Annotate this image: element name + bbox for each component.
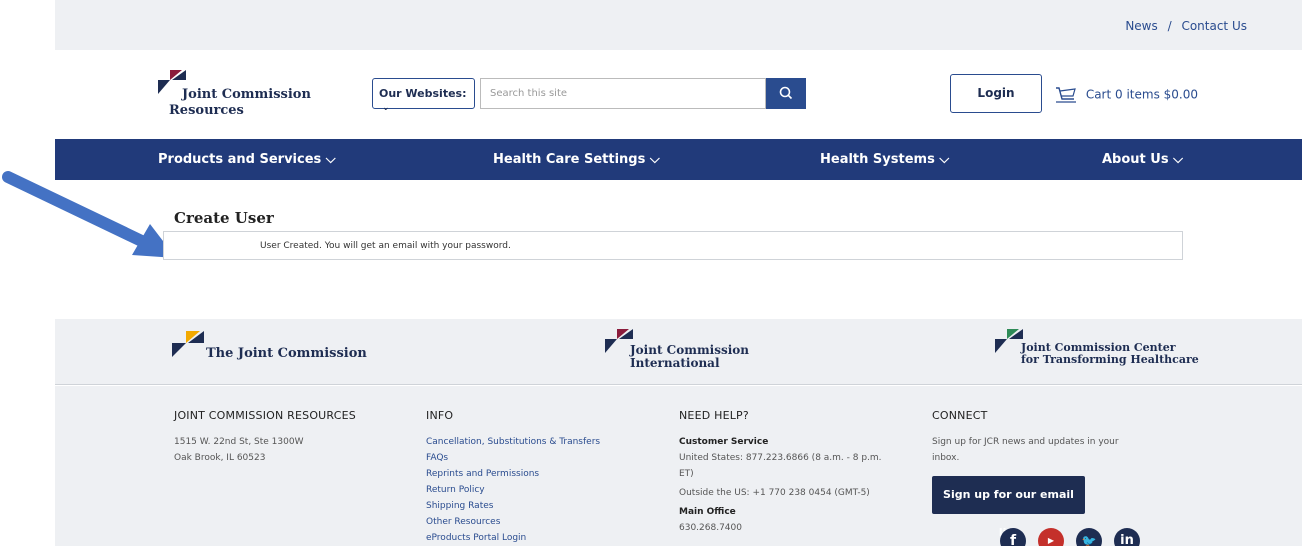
youtube-icon[interactable]: ▶	[1038, 528, 1064, 546]
footer-jcr-column: JOINT COMMISSION RESOURCES 1515 W. 22nd …	[174, 408, 356, 466]
nav-products-and-services[interactable]: Products and Services ⌵	[158, 152, 336, 167]
footer-help-heading: NEED HELP?	[679, 409, 749, 422]
nav-health-systems[interactable]: Health Systems ⌵	[820, 152, 949, 167]
jcc-logo-text: Joint Commission Center for Transforming …	[1021, 341, 1199, 366]
partner-logos-band: The Joint Commission Joint Commission Int…	[55, 319, 1302, 385]
utility-separator: /	[1167, 19, 1172, 33]
connect-text-2: inbox.	[932, 453, 960, 463]
nav-health-care-settings[interactable]: Health Care Settings ⌵	[493, 152, 660, 167]
nav-about-us[interactable]: About Us ⌵	[1102, 152, 1183, 167]
status-message: User Created. You will get an email with…	[260, 241, 511, 251]
footer-jcr-heading: JOINT COMMISSION RESOURCES	[174, 409, 356, 422]
login-button[interactable]: Login	[950, 74, 1042, 113]
jci-logo-mark-icon	[605, 329, 633, 353]
jcc-logo-mark-icon	[995, 329, 1023, 353]
customer-service-outside: Outside the US: +1 770 238 0454 (GMT-5)	[679, 488, 870, 498]
site-header: Joint Commission Resources Our Websites:…	[55, 50, 1302, 139]
our-websites-dropdown[interactable]: Our Websites: ⌄	[372, 78, 475, 113]
search-icon	[779, 86, 793, 100]
twitter-icon[interactable]: 🐦	[1076, 528, 1102, 546]
connect-text-1: Sign up for JCR news and updates in your	[932, 437, 1119, 447]
status-message-box: User Created. You will get an email with…	[163, 231, 1183, 260]
footer-connect-heading: CONNECT	[932, 409, 988, 422]
tjc-logo-mark-icon	[172, 331, 204, 357]
footer-link-other-resources[interactable]: Other Resources	[426, 514, 600, 530]
footer-link-cancellation[interactable]: Cancellation, Substitutions & Transfers	[426, 434, 600, 450]
chevron-down-icon: ⌄	[382, 103, 390, 113]
main-office-phone: 630.268.7400	[679, 523, 742, 533]
logo-line-1: Joint Commission	[182, 87, 311, 102]
tjc-logo[interactable]: The Joint Commission	[172, 331, 367, 361]
customer-service-label: Customer Service	[679, 437, 769, 447]
tjc-logo-text: The Joint Commission	[206, 346, 367, 361]
footer-link-return-policy[interactable]: Return Policy	[426, 482, 600, 498]
jci-logo-text: Joint Commission International	[630, 343, 749, 370]
contact-us-link[interactable]: Contact Us	[1181, 19, 1247, 33]
search-button[interactable]	[766, 78, 806, 109]
footer-link-shipping-rates[interactable]: Shipping Rates	[426, 498, 600, 514]
jcr-logo[interactable]: Joint Commission Resources	[158, 70, 318, 118]
footer-link-reprints[interactable]: Reprints and Permissions	[426, 466, 600, 482]
site-footer: JOINT COMMISSION RESOURCES 1515 W. 22nd …	[55, 386, 1302, 546]
cart-label: Cart 0 items $0.00	[1085, 87, 1198, 102]
customer-service-us: United States: 877.223.6866 (8 a.m. - 8 …	[679, 453, 882, 463]
linkedin-icon[interactable]: in	[1114, 528, 1140, 546]
jci-logo[interactable]: Joint Commission International	[605, 329, 749, 370]
footer-info-column: INFO Cancellation, Substitutions & Trans…	[426, 408, 600, 546]
footer-connect-column: CONNECT Sign up for JCR news and updates…	[932, 408, 1119, 539]
email-signup-button[interactable]: Sign up for our email list	[932, 476, 1085, 539]
jcc-logo[interactable]: Joint Commission Center for Transforming …	[995, 329, 1199, 366]
page-title: Create User	[174, 209, 274, 227]
footer-link-faqs[interactable]: FAQs	[426, 450, 600, 466]
main-nav: Products and Services ⌵ Health Care Sett…	[55, 139, 1302, 180]
footer-address-line-1: 1515 W. 22nd St, Ste 1300W	[174, 437, 304, 447]
our-websites-label: Our Websites:	[379, 87, 467, 100]
page: News / Contact Us Joint Commission Resou…	[55, 0, 1302, 546]
utility-bar: News / Contact Us	[55, 0, 1302, 50]
search-input[interactable]: Search this site	[480, 78, 766, 109]
footer-address-line-2: Oak Brook, IL 60523	[174, 453, 266, 463]
main-office-label: Main Office	[679, 507, 736, 517]
cart-link[interactable]: Cart 0 items $0.00	[1055, 86, 1198, 104]
facebook-icon[interactable]: f	[1000, 528, 1026, 546]
customer-service-us-cont: ET)	[679, 469, 694, 479]
logo-line-2: Resources	[169, 103, 244, 118]
news-link[interactable]: News	[1125, 19, 1157, 33]
cart-icon	[1056, 87, 1076, 103]
footer-link-eproducts-login[interactable]: eProducts Portal Login	[426, 530, 600, 546]
footer-help-column: NEED HELP? Customer Service United State…	[679, 408, 882, 536]
footer-info-heading: INFO	[426, 409, 454, 422]
